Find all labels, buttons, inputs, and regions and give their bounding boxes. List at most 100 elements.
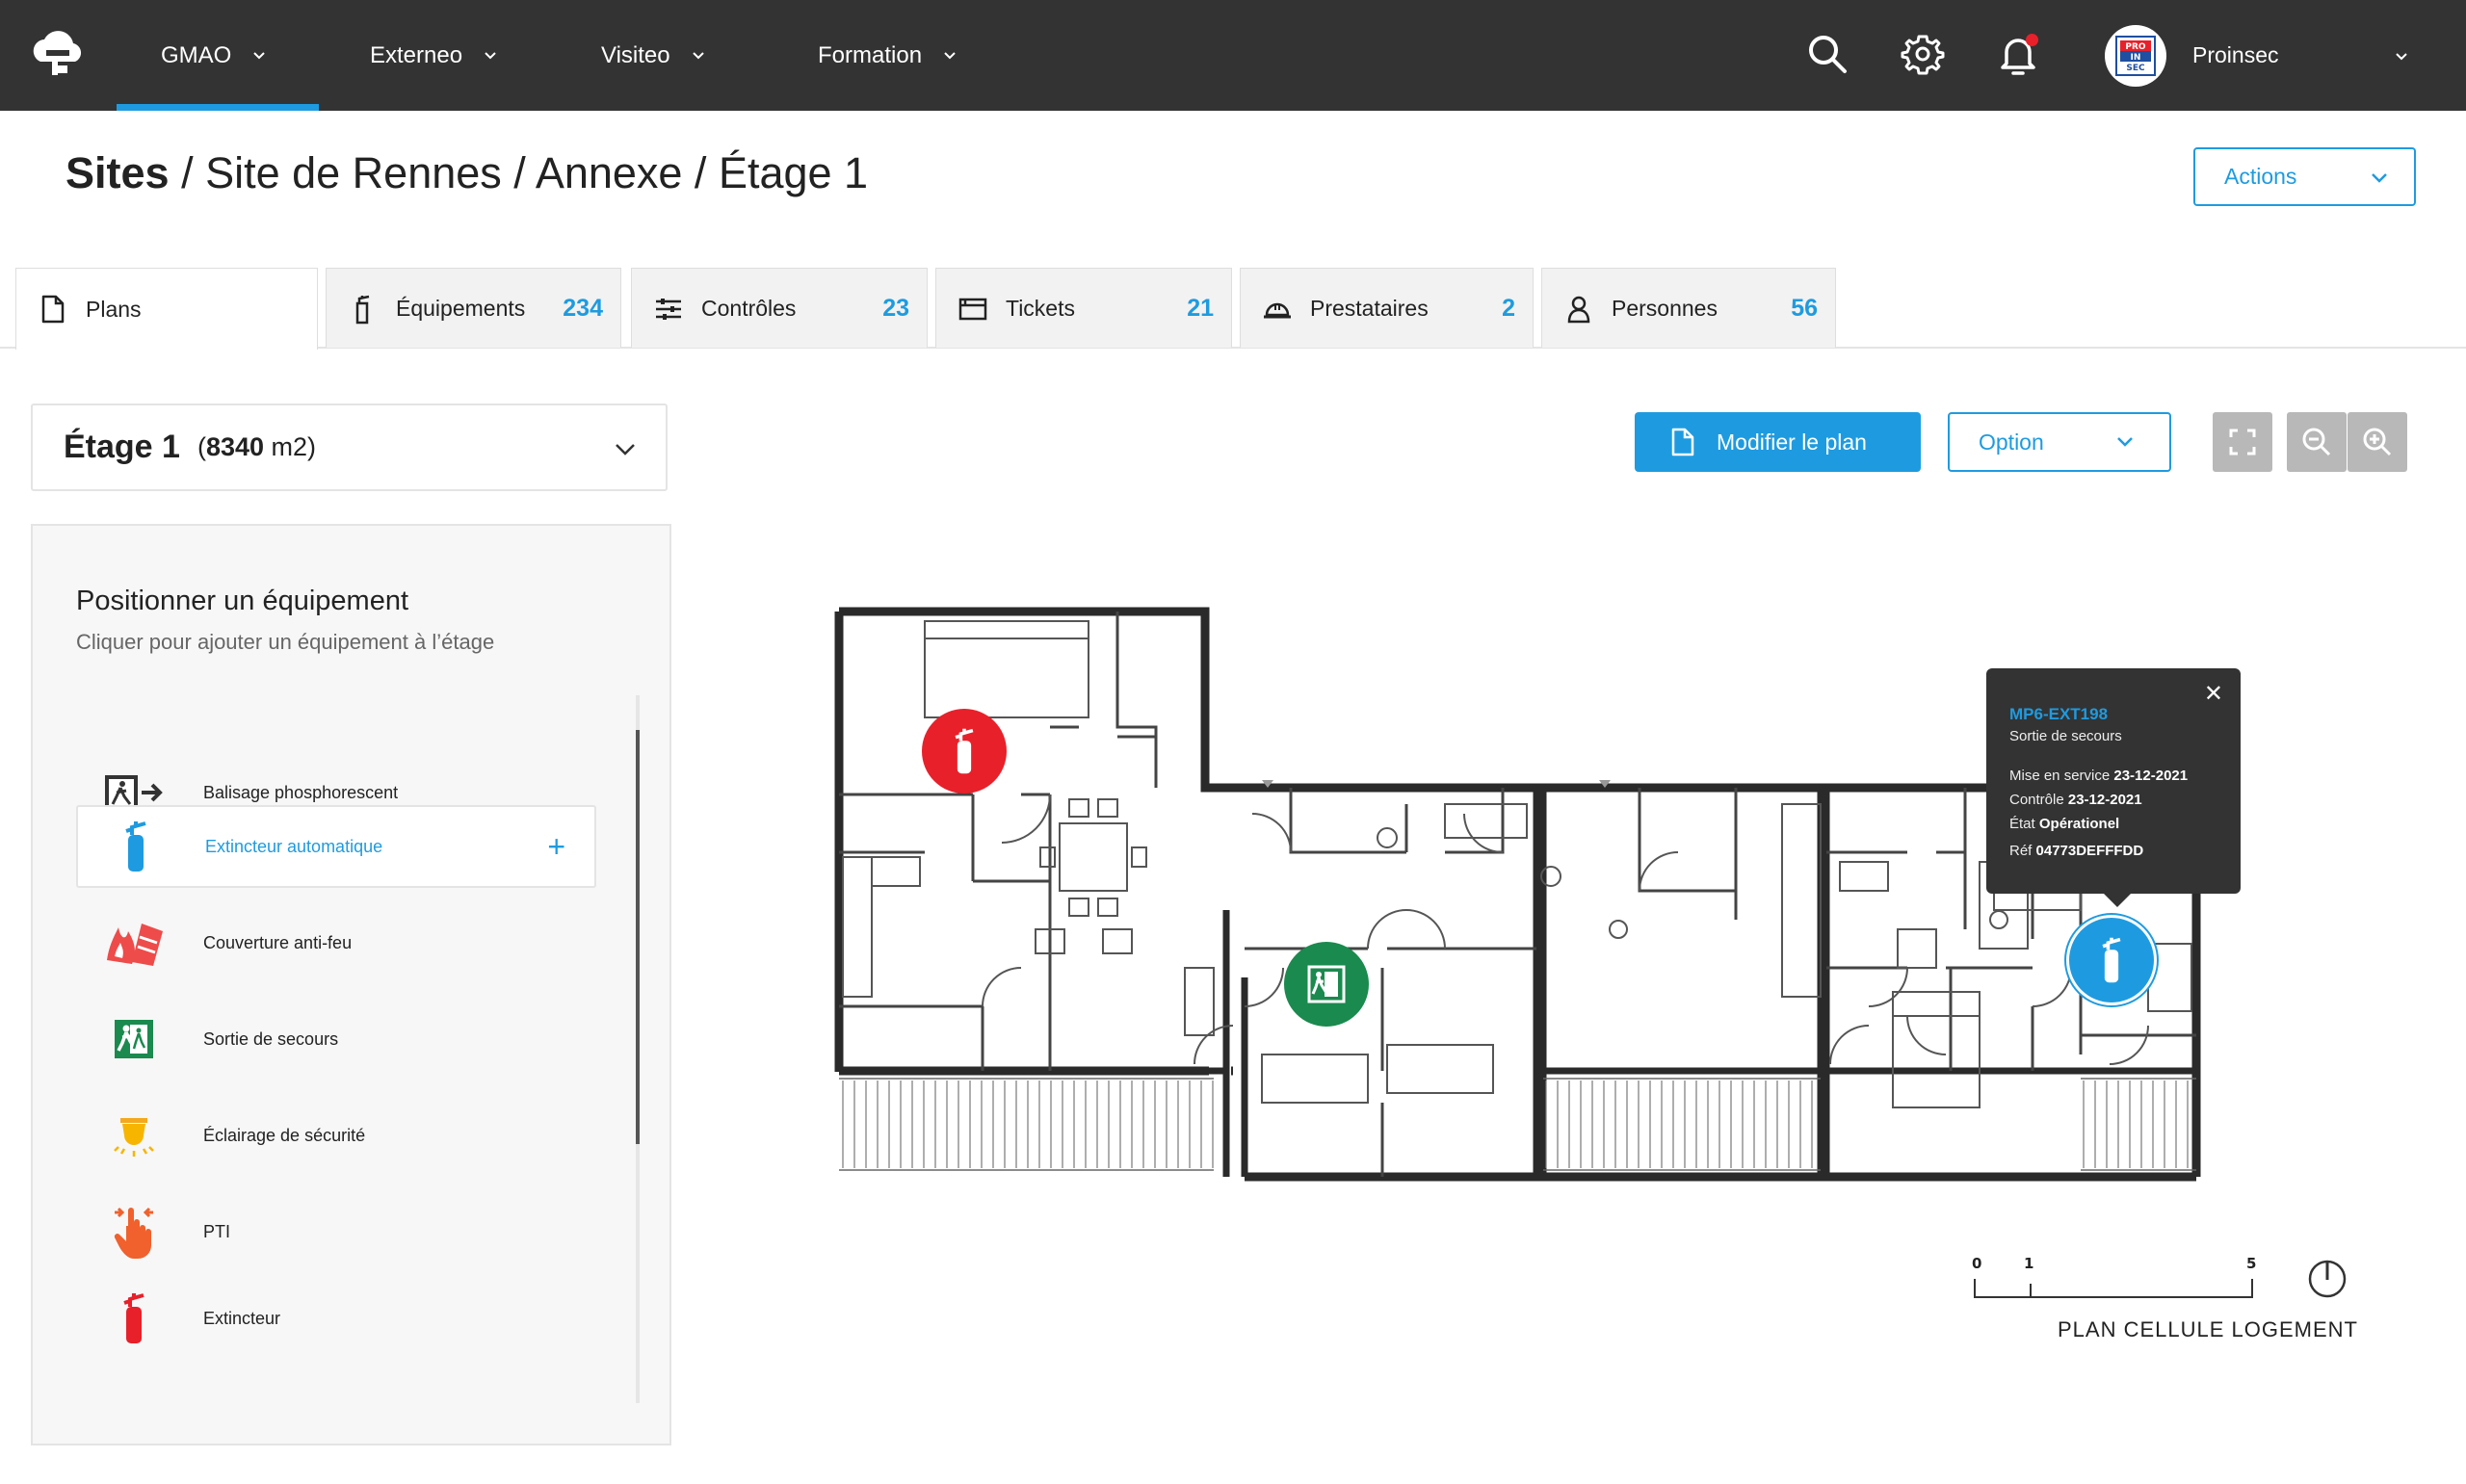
- equipment-type: Sortie de secours: [2009, 728, 2122, 744]
- breadcrumb-path[interactable]: / Site de Rennes / Annexe / Étage 1: [181, 148, 868, 197]
- close-icon[interactable]: ✕: [2204, 680, 2223, 708]
- tab-personnes[interactable]: Personnes 56: [1541, 268, 1836, 348]
- equipment-item-pti[interactable]: PTI: [76, 1190, 596, 1273]
- equipment-id[interactable]: MP6-EXT198: [2009, 705, 2108, 724]
- top-navigation-bar: GMAO Externeo Visiteo Formation PRO IN S…: [0, 0, 2466, 111]
- tab-count: 21: [1187, 294, 1214, 322]
- equipment-ref-label: Réf: [2009, 843, 2036, 859]
- chevron-down-icon: [2372, 173, 2387, 183]
- tab-prestataires[interactable]: Prestataires 2: [1240, 268, 1534, 348]
- equipment-item-sortie[interactable]: Sortie de secours: [76, 998, 596, 1080]
- control-date-value: 23-12-2021: [2067, 792, 2142, 808]
- fire-blanket-icon: [103, 912, 165, 974]
- svg-text:PRO: PRO: [2125, 42, 2146, 52]
- equipment-ref: Réf 04773DEFFFDD: [2009, 843, 2143, 859]
- zoom-out-icon: [2302, 428, 2331, 456]
- scrollbar-thumb[interactable]: [636, 730, 640, 1144]
- marker-extinguisher[interactable]: [922, 709, 1007, 794]
- equipment-state: État Opérationel: [2009, 816, 2119, 832]
- chevron-down-icon: [692, 51, 704, 59]
- scale-tick-0: 0: [1972, 1255, 1981, 1272]
- zoom-out-button[interactable]: [2287, 412, 2347, 472]
- equipment-item-eclairage[interactable]: Éclairage de sécurité: [76, 1094, 596, 1177]
- extinguisher-outline-icon: [355, 295, 370, 325]
- service-date: Mise en service 23-12-2021: [2009, 768, 2188, 784]
- hard-hat-icon: [1264, 302, 1291, 319]
- auto-extinguisher-icon: [2102, 937, 2121, 983]
- service-date-value: 23-12-2021: [2113, 768, 2189, 784]
- chevron-down-icon: [253, 51, 266, 59]
- panel-subtitle: Cliquer pour ajouter un équipement à l’é…: [76, 630, 495, 654]
- tab-label: Équipements: [396, 295, 526, 321]
- avatar[interactable]: PRO IN SEC: [2105, 25, 2166, 87]
- equipment-label: Éclairage de sécurité: [203, 1125, 366, 1145]
- nav-externeo[interactable]: Externeo: [370, 0, 497, 111]
- nav-visiteo-label: Visiteo: [601, 41, 670, 68]
- nav-gmao[interactable]: GMAO: [161, 0, 266, 111]
- marker-auto-extinguisher[interactable]: [2066, 915, 2157, 1005]
- nav-formation[interactable]: Formation: [818, 0, 957, 111]
- floor-area-unit: m2): [264, 432, 317, 461]
- tab-count: 56: [1791, 294, 1818, 322]
- tab-label: Tickets: [1006, 295, 1075, 321]
- equipment-ref-value: 04773DEFFFDD: [2035, 843, 2144, 859]
- svg-text:IN: IN: [2131, 53, 2141, 63]
- plan-title: PLAN CELLULE LOGEMENT: [2058, 1317, 2358, 1341]
- scale-tick-5: 5: [2246, 1255, 2256, 1272]
- tab-tickets[interactable]: Tickets 21: [935, 268, 1232, 348]
- nav-active-indicator: [117, 104, 319, 111]
- tab-label: Contrôles: [701, 295, 797, 321]
- panel-title: Positionner un équipement: [76, 586, 409, 616]
- cloud-logo-icon[interactable]: [27, 27, 89, 81]
- nav-formation-label: Formation: [818, 41, 923, 68]
- actions-dropdown[interactable]: Actions: [2193, 147, 2416, 206]
- zoom-in-button[interactable]: [2348, 412, 2407, 472]
- equipment-label: Sortie de secours: [203, 1028, 339, 1049]
- tab-count: 23: [882, 294, 909, 322]
- plan-scale: 0 1 5: [1972, 1255, 2256, 1298]
- equipment-item-extincteur[interactable]: Extincteur: [76, 1277, 596, 1360]
- tab-controles[interactable]: Contrôles 23: [631, 268, 928, 348]
- tab-count: 2: [1502, 294, 1515, 322]
- sliders-icon: [656, 299, 681, 320]
- chevron-down-icon: [2117, 437, 2133, 447]
- extinguisher-icon: [955, 728, 974, 774]
- emergency-exit-icon: [103, 1008, 165, 1070]
- option-dropdown[interactable]: Option: [1948, 412, 2171, 472]
- notification-badge: [2026, 34, 2038, 46]
- add-icon[interactable]: +: [547, 831, 565, 862]
- service-date-label: Mise en service: [2009, 768, 2114, 784]
- search-icon[interactable]: [1804, 31, 1850, 77]
- option-label: Option: [1979, 429, 2044, 455]
- equipment-item-extincteur-automatique[interactable]: Extincteur automatique +: [76, 805, 596, 888]
- equipment-item-couverture[interactable]: Couverture anti-feu: [76, 901, 596, 984]
- floor-name: Étage 1: [64, 429, 180, 465]
- chevron-down-icon: [944, 51, 956, 59]
- svg-text:SEC: SEC: [2126, 64, 2145, 73]
- tab-label: Prestataires: [1310, 295, 1429, 321]
- user-name[interactable]: Proinsec: [2192, 42, 2278, 68]
- pti-hand-icon: [103, 1201, 165, 1263]
- floor-select[interactable]: Étage 1 (8340 m2): [31, 404, 668, 491]
- equipment-panel: Positionner un équipement Cliquer pour a…: [31, 524, 671, 1445]
- chevron-down-icon: [485, 51, 496, 59]
- emergency-exit-icon: [1307, 965, 1346, 1003]
- control-date-label: Contrôle: [2009, 792, 2068, 808]
- tab-equipements[interactable]: Équipements 234: [326, 268, 621, 348]
- breadcrumb-root[interactable]: Sites: [66, 148, 170, 197]
- equipment-label: Couverture anti-feu: [203, 932, 353, 952]
- floor-area: (8340 m2): [197, 432, 316, 462]
- tab-plans[interactable]: Plans: [15, 268, 318, 350]
- actions-label: Actions: [2224, 164, 2297, 189]
- gear-icon[interactable]: [1900, 31, 1946, 77]
- auto-extinguisher-icon: [105, 816, 167, 877]
- chevron-down-icon: [616, 444, 635, 456]
- fullscreen-button[interactable]: [2213, 412, 2272, 472]
- floor-area-open: (: [197, 432, 206, 461]
- marker-emergency-exit[interactable]: [1284, 942, 1369, 1027]
- nav-visiteo[interactable]: Visiteo: [601, 0, 705, 111]
- extinguisher-icon: [103, 1288, 165, 1349]
- edit-plan-button[interactable]: Modifier le plan: [1635, 412, 1921, 472]
- chevron-down-icon[interactable]: [2395, 50, 2408, 64]
- control-date: Contrôle 23-12-2021: [2009, 792, 2142, 808]
